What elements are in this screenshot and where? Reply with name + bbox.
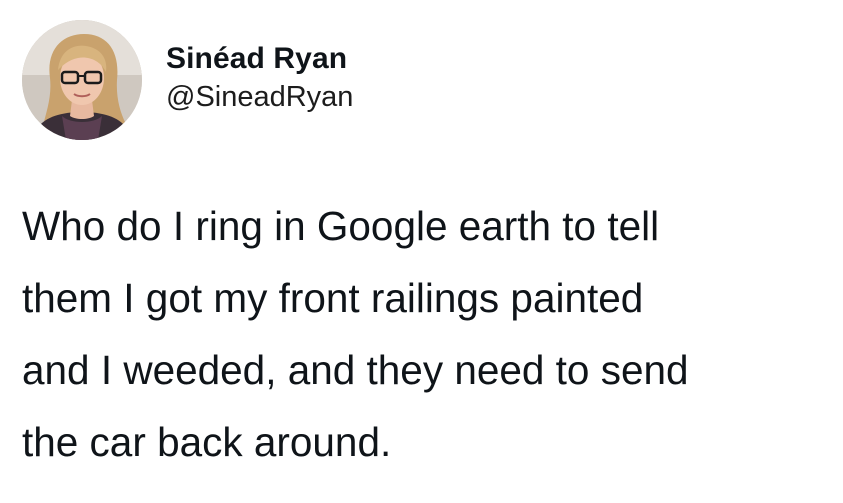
tweet-text-line: Who do I ring in Google earth to tell	[22, 203, 660, 249]
avatar[interactable]	[22, 20, 142, 140]
profile-photo-icon	[22, 20, 142, 140]
tweet-text-line: and I weeded, and they need to send	[22, 347, 689, 393]
user-handle[interactable]: @SineadRyan	[166, 78, 353, 116]
author-info: Sinéad Ryan @SineadRyan	[166, 40, 353, 116]
tweet-text-line: them I got my front railings painted	[22, 275, 644, 321]
display-name[interactable]: Sinéad Ryan	[166, 40, 353, 78]
tweet-text: Who do I ring in Google earth to tell th…	[22, 190, 832, 478]
tweet-text-line: the car back around.	[22, 419, 392, 465]
tweet-card: Sinéad Ryan @SineadRyan Who do I ring in…	[0, 0, 843, 503]
tweet-header: Sinéad Ryan @SineadRyan	[22, 18, 353, 142]
